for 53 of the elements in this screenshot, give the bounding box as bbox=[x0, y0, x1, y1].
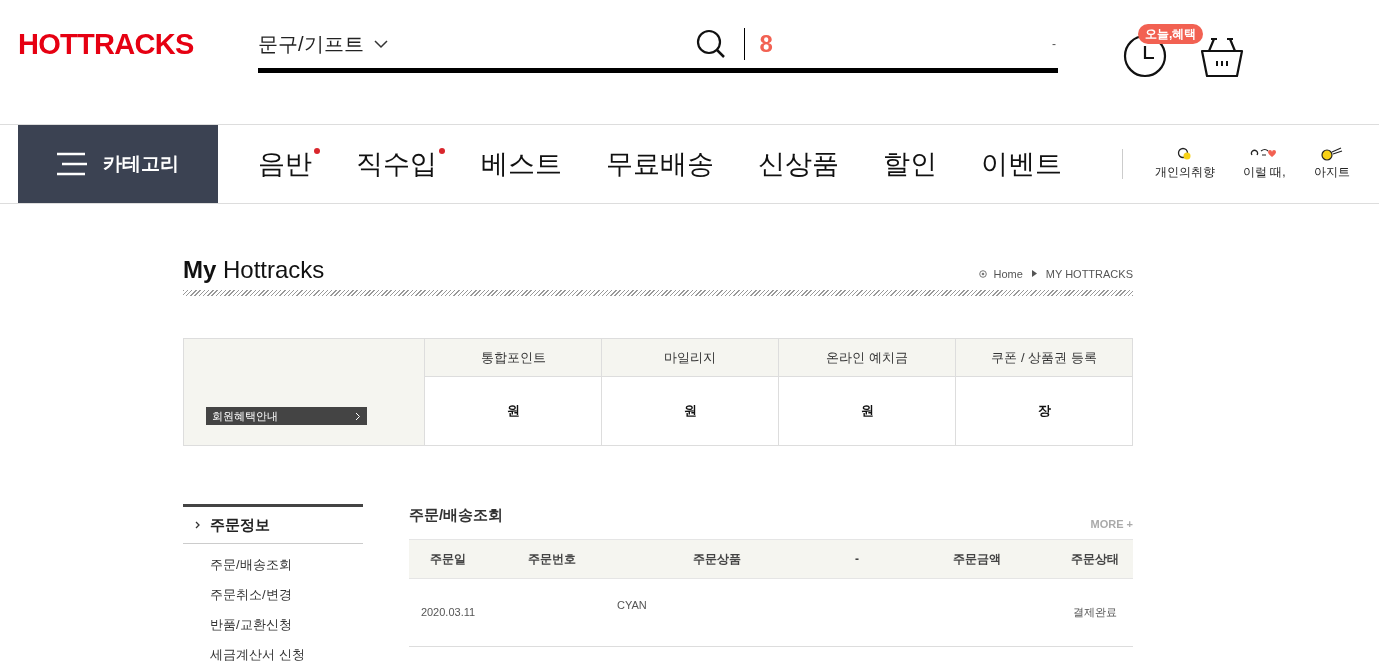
section-title: 주문/배송조회 bbox=[409, 505, 504, 525]
sidebar-link[interactable]: 세금계산서 신청 bbox=[210, 646, 363, 664]
nav-link[interactable]: 할인 bbox=[883, 143, 945, 185]
column-header: 주문상품 bbox=[692, 550, 742, 568]
ball-icon[interactable] bbox=[1319, 147, 1344, 161]
search-field[interactable]: 문구/기프트 8 - bbox=[258, 20, 1058, 73]
search-hint: - bbox=[1052, 36, 1056, 53]
basket-icon[interactable] bbox=[1199, 36, 1245, 78]
category-button[interactable]: 카테고리 bbox=[18, 125, 218, 203]
nav-link[interactable]: 이벤트 bbox=[981, 143, 1070, 185]
home-icon bbox=[979, 269, 988, 278]
menu-icon[interactable] bbox=[57, 152, 87, 176]
nav-link[interactable]: 베스트 bbox=[481, 143, 570, 185]
benefit-guide-button[interactable]: 회원혜택안내 bbox=[206, 407, 367, 425]
nav-link[interactable]: 직수입 bbox=[356, 143, 445, 185]
summary-value: 원 bbox=[859, 402, 875, 421]
column-header: 주문번호 bbox=[527, 550, 577, 568]
column-header: 온라인 예치금 bbox=[779, 339, 955, 377]
search-icon[interactable] bbox=[695, 29, 726, 59]
breadcrumb-link[interactable]: MY HOTTRACKS bbox=[1045, 265, 1133, 282]
chevron-right-icon bbox=[195, 521, 200, 529]
search-text: 8 bbox=[759, 29, 773, 59]
nav-link[interactable]: 신상품 bbox=[758, 143, 847, 185]
table-cell: 2020.03.11 bbox=[420, 605, 476, 618]
column-header: - bbox=[854, 550, 860, 568]
triangle-right-icon bbox=[1031, 270, 1037, 278]
summary-value: 장 bbox=[1036, 402, 1052, 421]
chevron-down-icon[interactable] bbox=[373, 39, 388, 49]
summary-value: 원 bbox=[505, 402, 521, 421]
column-header: 주문금액 bbox=[952, 550, 1002, 568]
sidebar-title: 주문정보 bbox=[210, 514, 270, 535]
shortcut-link[interactable]: 이럴 때, bbox=[1243, 163, 1286, 181]
sidebar-link[interactable]: 반품/교환신청 bbox=[210, 616, 363, 634]
breadcrumb-link[interactable]: Home bbox=[993, 265, 1023, 282]
table-cell: 결제완료 bbox=[1073, 605, 1117, 618]
table-cell: CYAN bbox=[617, 598, 647, 611]
column-header: 마일리지 bbox=[602, 339, 778, 377]
chevron-right-icon bbox=[355, 411, 361, 421]
column-header: 쿠폰 / 상품권 등록 bbox=[956, 339, 1132, 377]
logo[interactable]: HOTTRACKS bbox=[18, 30, 218, 59]
column-header: 주문상태 bbox=[1070, 550, 1120, 568]
page-title: My Hottracks bbox=[183, 258, 325, 282]
nav-link[interactable]: 음반 bbox=[258, 143, 320, 185]
sidebar-link[interactable]: 주문/배송조회 bbox=[210, 556, 363, 574]
column-header: 주문일 bbox=[429, 550, 467, 568]
shortcut-link[interactable]: 개인의취향 bbox=[1155, 163, 1215, 181]
sidebar-link[interactable]: 주문취소/변경 bbox=[210, 586, 363, 604]
nav-link[interactable]: 무료배송 bbox=[606, 143, 722, 185]
summary-value: 원 bbox=[682, 402, 698, 421]
column-header: 통합포인트 bbox=[425, 339, 601, 377]
bubble-icon[interactable] bbox=[1177, 147, 1193, 161]
category-select[interactable]: 문구/기프트 bbox=[258, 29, 364, 59]
shortcut-link[interactable]: 아지트 bbox=[1313, 163, 1350, 181]
